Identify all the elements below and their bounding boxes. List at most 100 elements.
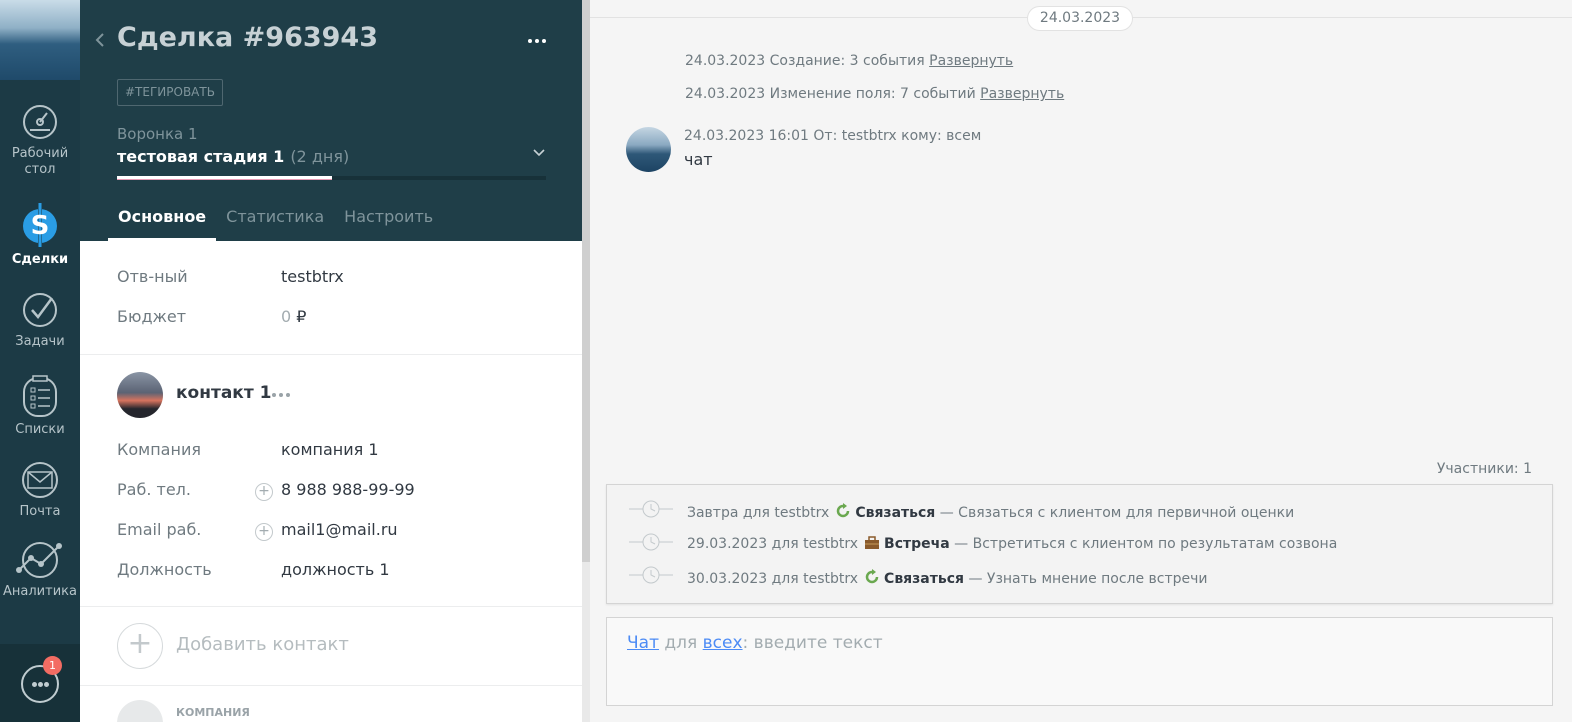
field-label: Компания bbox=[117, 440, 201, 459]
recipients-link[interactable]: всех bbox=[703, 633, 743, 653]
refresh-icon bbox=[865, 569, 879, 584]
budget-value[interactable]: 0 ₽ bbox=[281, 307, 306, 326]
task-when: 29.03.2023 для testbtrx bbox=[687, 536, 859, 552]
stage-duration: (2 дня) bbox=[290, 147, 350, 166]
expand-link[interactable]: Развернуть bbox=[980, 86, 1064, 102]
clock-icon bbox=[629, 566, 673, 584]
nav-item-deals[interactable]: S Сделки bbox=[0, 200, 80, 268]
composer-placeholder: : введите текст bbox=[742, 633, 883, 653]
chart-icon bbox=[16, 542, 62, 578]
nav-item-lists[interactable]: Списки bbox=[0, 374, 80, 438]
nav-item-analytics[interactable]: Аналитика bbox=[0, 540, 80, 600]
envelope-icon bbox=[22, 462, 58, 498]
add-email-icon[interactable]: + bbox=[255, 523, 273, 541]
field-label: Бюджет bbox=[117, 307, 187, 326]
stage-progress-fill bbox=[117, 176, 332, 180]
contact-more-icon[interactable] bbox=[272, 392, 290, 398]
contact-avatar[interactable] bbox=[117, 372, 163, 418]
divider bbox=[80, 354, 582, 355]
divider bbox=[80, 606, 582, 607]
stage-progress-bar bbox=[117, 176, 546, 180]
task-type: Встреча bbox=[884, 536, 950, 552]
event-text: 24.03.2023 Изменение поля: 7 событий bbox=[685, 86, 976, 102]
tab-settings[interactable]: Настроить bbox=[334, 206, 443, 241]
contact-name[interactable]: контакт 1 bbox=[176, 383, 271, 403]
event-summary: 24.03.2023 Изменение поля: 7 событий Раз… bbox=[685, 86, 1064, 102]
nav-label: Почта bbox=[19, 504, 61, 519]
task-type: Связаться bbox=[884, 571, 965, 587]
company-avatar bbox=[117, 700, 163, 722]
tab-statistics[interactable]: Статистика bbox=[216, 206, 334, 241]
tasks-panel: Завтра для testbtrx Связаться — Связаться… bbox=[606, 484, 1553, 604]
budget-row: Бюджет 0 ₽ bbox=[117, 307, 557, 331]
stage-selector[interactable]: тестовая стадия 1 (2 дня) bbox=[117, 147, 349, 166]
scrollbar-thumb[interactable] bbox=[582, 0, 590, 562]
position-value[interactable]: должность 1 bbox=[281, 560, 390, 579]
chat-type-link[interactable]: Чат bbox=[627, 633, 659, 653]
clock-icon bbox=[629, 500, 673, 518]
svg-text:S: S bbox=[31, 211, 50, 241]
deal-title: Сделка #963943 bbox=[117, 22, 378, 53]
add-phone-icon[interactable]: + bbox=[255, 483, 273, 501]
nav-label: Аналитика bbox=[3, 584, 77, 599]
company-row: Компания компания 1 bbox=[117, 440, 557, 464]
add-contact-button[interactable]: Добавить контакт bbox=[176, 634, 349, 655]
responsible-value[interactable]: testbtrx bbox=[281, 267, 344, 286]
chat-composer[interactable]: Чат для всех: введите текст bbox=[606, 617, 1553, 706]
tab-main[interactable]: Основное bbox=[108, 206, 217, 241]
task-description: — Встретиться с клиентом по результатам … bbox=[954, 536, 1338, 552]
nav-item-tasks[interactable]: Задачи bbox=[0, 290, 80, 350]
task-type: Связаться bbox=[855, 505, 936, 521]
field-label: Раб. тел. bbox=[117, 480, 191, 499]
email-row: Email раб. + mail1@mail.ru bbox=[117, 520, 557, 544]
back-arrow-icon[interactable] bbox=[94, 32, 106, 48]
nav-label: Списки bbox=[15, 422, 65, 437]
add-contact-icon[interactable]: + bbox=[117, 623, 163, 669]
task-when: 30.03.2023 для testbtrx bbox=[687, 571, 859, 587]
card-scrollbar[interactable] bbox=[582, 0, 590, 722]
message-text: чат bbox=[684, 150, 713, 169]
expand-link[interactable]: Развернуть bbox=[929, 53, 1013, 69]
divider bbox=[80, 685, 582, 686]
clock-icon bbox=[629, 533, 673, 551]
phone-row: Раб. тел. + 8 988 988-99-99 bbox=[117, 480, 557, 504]
task-item[interactable]: 29.03.2023 для testbtrx Встреча — Встрети… bbox=[607, 533, 1552, 557]
event-summary: 24.03.2023 Создание: 3 события Развернут… bbox=[685, 53, 1013, 69]
card-header: Сделка #963943 #ТЕГИРОВАТЬ Воронка 1 тес… bbox=[80, 0, 582, 241]
dollar-icon: S bbox=[23, 202, 57, 248]
checkmark-icon bbox=[23, 293, 57, 327]
message-meta: 24.03.2023 16:01 От: testbtrx кому: всем bbox=[684, 128, 982, 144]
stage-name: тестовая стадия 1 bbox=[117, 147, 285, 166]
profile-image[interactable] bbox=[0, 0, 80, 80]
refresh-icon bbox=[837, 503, 850, 518]
budget-amount: 0 bbox=[281, 307, 292, 326]
dashboard-icon bbox=[23, 105, 57, 139]
event-text: 24.03.2023 Создание: 3 события bbox=[685, 53, 925, 69]
more-menu-icon[interactable] bbox=[526, 37, 548, 45]
nav-label: стол bbox=[24, 162, 56, 177]
card-tabs: Основное Статистика Настроить bbox=[108, 206, 443, 241]
company-value[interactable]: компания 1 bbox=[281, 440, 379, 459]
participants-count[interactable]: Участники: 1 bbox=[1437, 461, 1532, 477]
chevron-down-icon[interactable] bbox=[533, 148, 545, 158]
nav-item-dashboard[interactable]: Рабочий стол bbox=[0, 102, 80, 178]
chat-button[interactable] bbox=[0, 644, 80, 722]
field-label: Email раб. bbox=[117, 520, 202, 539]
nav-item-mail[interactable]: Почта bbox=[0, 460, 80, 520]
task-item[interactable]: Завтра для testbtrx Связаться — Связаться… bbox=[607, 500, 1552, 524]
task-item[interactable]: 30.03.2023 для testbtrx Связаться — Узнат… bbox=[607, 566, 1552, 590]
tag-button[interactable]: #ТЕГИРОВАТЬ bbox=[117, 79, 223, 106]
company-section-label: КОМПАНИЯ bbox=[176, 706, 250, 719]
nav-label: Рабочий bbox=[11, 146, 69, 161]
composer-for-text: для bbox=[664, 633, 698, 653]
briefcase-icon bbox=[865, 536, 880, 549]
task-description: — Связаться с клиентом для первичной оце… bbox=[939, 505, 1295, 521]
left-nav: Рабочий стол S Сделки Задачи Списки Почт… bbox=[0, 0, 80, 722]
deal-card: Сделка #963943 #ТЕГИРОВАТЬ Воронка 1 тес… bbox=[80, 0, 582, 722]
avatar bbox=[626, 127, 671, 172]
phone-value[interactable]: 8 988 988-99-99 bbox=[281, 480, 415, 499]
email-value[interactable]: mail1@mail.ru bbox=[281, 520, 398, 539]
responsible-row: Отв-ный testbtrx bbox=[117, 267, 557, 291]
field-label: Отв-ный bbox=[117, 267, 188, 286]
field-label: Должность bbox=[117, 560, 212, 579]
